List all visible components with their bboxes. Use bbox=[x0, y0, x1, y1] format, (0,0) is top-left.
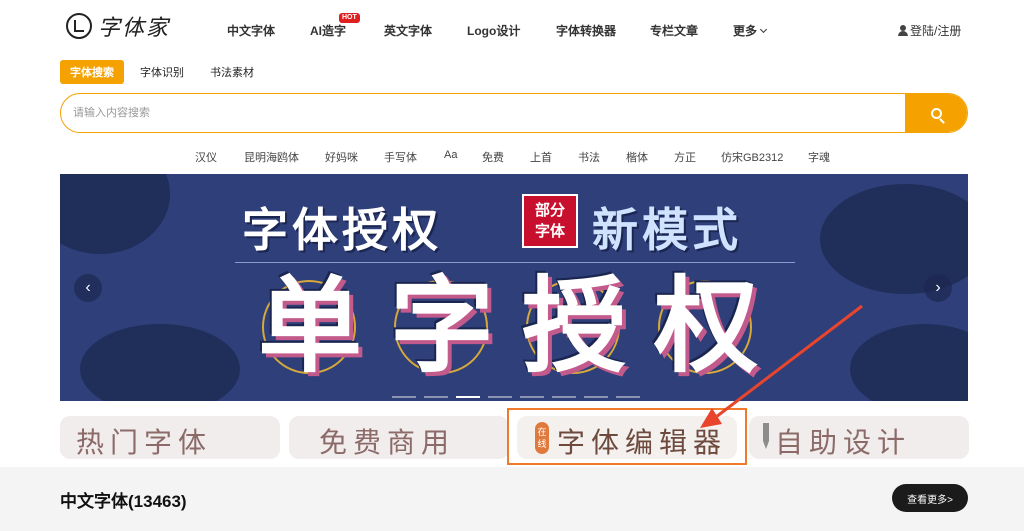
chevron-right-icon: › bbox=[935, 279, 941, 296]
nav-ai-font[interactable]: AI造字 HOT bbox=[310, 13, 360, 39]
banner-main-char: 权 bbox=[654, 264, 759, 387]
tab-calligraphy-assets[interactable]: 书法素材 bbox=[200, 60, 264, 84]
search-input[interactable] bbox=[61, 94, 905, 132]
carousel-dot[interactable] bbox=[424, 396, 448, 398]
hot-badge: HOT bbox=[339, 13, 360, 23]
nav-articles[interactable]: 专栏文章 bbox=[650, 22, 698, 39]
nav-font-converter[interactable]: 字体转换器 bbox=[556, 22, 616, 39]
card-free-commercial[interactable]: 免费商用 bbox=[289, 416, 509, 459]
keyword-link[interactable]: 好妈咪 bbox=[325, 149, 358, 165]
carousel-dot[interactable] bbox=[392, 396, 416, 398]
promo-banner-carousel[interactable]: 字体授权 部分 字体 新模式 单 字 授 权 ‹ › bbox=[60, 174, 968, 401]
carousel-dot[interactable] bbox=[616, 396, 640, 398]
brush-decoration bbox=[850, 324, 968, 401]
seal-text-line1: 部分 bbox=[534, 201, 565, 219]
carousel-prev-button[interactable]: ‹ bbox=[74, 274, 102, 302]
keyword-link[interactable]: 方正 bbox=[674, 149, 696, 165]
chevron-left-icon: ‹ bbox=[85, 279, 91, 296]
view-more-button[interactable]: 查看更多> bbox=[892, 484, 968, 512]
carousel-dot[interactable] bbox=[584, 396, 608, 398]
banner-main-char: 单 bbox=[258, 264, 363, 387]
carousel-dot[interactable] bbox=[456, 396, 480, 398]
hot-keywords: 汉仪 昆明海鸥体 好妈咪 手写体 Aa 免费 上首 书法 楷体 方正 仿宋GB2… bbox=[0, 149, 1024, 165]
carousel-dot[interactable] bbox=[488, 396, 512, 398]
card-free-commercial-label: 免费商用 bbox=[319, 426, 456, 459]
tab-font-recognition[interactable]: 字体识别 bbox=[130, 60, 194, 84]
keyword-link[interactable]: 汉仪 bbox=[195, 149, 217, 165]
search-bar bbox=[60, 93, 968, 133]
keyword-link[interactable]: 上首 bbox=[530, 149, 552, 165]
nav-ai-font-label: AI造字 bbox=[310, 24, 347, 38]
nav-chinese-fonts[interactable]: 中文字体 bbox=[227, 22, 275, 39]
card-hot-fonts[interactable]: 热门字体 bbox=[60, 416, 280, 459]
search-tabs: 字体搜索 字体识别 书法素材 bbox=[60, 60, 270, 84]
keyword-link[interactable]: 字魂 bbox=[808, 149, 830, 165]
callout-highlight-box bbox=[507, 408, 747, 465]
banner-main-char: 字 bbox=[390, 264, 495, 387]
keyword-link[interactable]: 楷体 bbox=[626, 149, 648, 165]
carousel-dot[interactable] bbox=[552, 396, 576, 398]
login-register-link[interactable]: 登陆/注册 bbox=[898, 22, 961, 39]
keyword-link[interactable]: 免费 bbox=[482, 149, 504, 165]
card-self-design[interactable]: 自助设计 bbox=[749, 416, 969, 459]
banner-divider bbox=[235, 262, 795, 263]
carousel-dot[interactable] bbox=[520, 396, 544, 398]
keyword-link[interactable]: 仿宋GB2312 bbox=[721, 149, 783, 165]
seal-text-line2: 字体 bbox=[534, 222, 565, 240]
card-hot-fonts-label: 热门字体 bbox=[76, 426, 213, 459]
tab-font-search[interactable]: 字体搜索 bbox=[60, 60, 124, 84]
nav-more[interactable]: 更多 bbox=[733, 22, 768, 39]
nav-english-fonts[interactable]: 英文字体 bbox=[384, 22, 432, 39]
card-self-design-label: 自助设计 bbox=[775, 426, 912, 459]
pen-icon bbox=[763, 423, 769, 449]
seal-stamp: 部分 字体 bbox=[522, 194, 578, 248]
login-label: 登陆/注册 bbox=[910, 24, 962, 38]
banner-title-left: 字体授权 bbox=[242, 203, 442, 257]
user-icon bbox=[898, 25, 908, 36]
keyword-link[interactable]: 昆明海鸥体 bbox=[244, 149, 299, 165]
keyword-link[interactable]: Aa bbox=[444, 149, 457, 161]
main-nav: 中文字体 AI造字 HOT 英文字体 Logo设计 字体转换器 专栏文章 更多 bbox=[0, 13, 1024, 39]
chevron-down-icon bbox=[759, 25, 768, 34]
search-icon bbox=[930, 107, 942, 119]
chinese-fonts-section: 中文字体(13463) 查看更多> bbox=[0, 467, 1024, 531]
keyword-link[interactable]: 书法 bbox=[578, 149, 600, 165]
nav-more-label: 更多 bbox=[733, 24, 758, 38]
banner-main-char: 授 bbox=[522, 264, 627, 387]
banner-title-right: 新模式 bbox=[592, 203, 742, 257]
brush-decoration bbox=[60, 174, 170, 254]
header: 字体家 中文字体 AI造字 HOT 英文字体 Logo设计 字体转换器 专栏文章… bbox=[0, 0, 1024, 58]
carousel-next-button[interactable]: › bbox=[924, 274, 952, 302]
brush-decoration bbox=[80, 324, 240, 401]
nav-logo-design[interactable]: Logo设计 bbox=[467, 22, 520, 39]
search-button[interactable] bbox=[905, 94, 967, 132]
keyword-link[interactable]: 手写体 bbox=[384, 149, 417, 165]
carousel-indicators bbox=[60, 396, 968, 399]
section-title: 中文字体(13463) bbox=[60, 492, 187, 511]
